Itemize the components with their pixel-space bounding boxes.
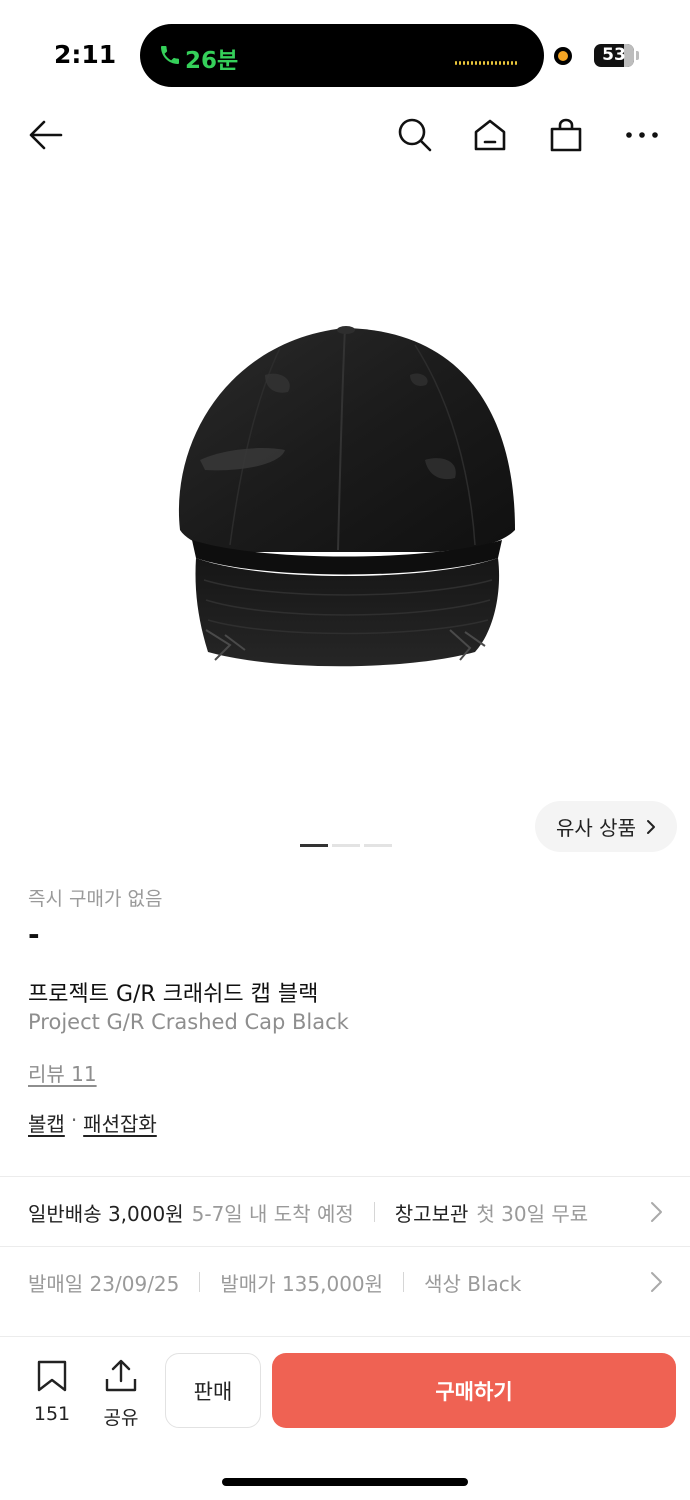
pager-dot <box>332 844 360 847</box>
storage-detail: 첫 30일 무료 <box>476 1201 589 1226</box>
similar-products-label: 유사 상품 <box>556 816 636 840</box>
chevron-right-icon <box>651 1202 662 1222</box>
buy-button[interactable]: 구매하기 <box>272 1353 676 1428</box>
back-arrow-icon <box>29 120 63 150</box>
status-bar: 2:11 26분 53 <box>0 0 690 105</box>
category-separator: · <box>70 1108 78 1132</box>
vertical-separator <box>373 1202 375 1222</box>
search-button[interactable] <box>395 115 435 155</box>
top-nav <box>0 105 690 165</box>
pager-dot <box>364 844 392 847</box>
status-time: 2:11 <box>54 40 117 69</box>
share-button[interactable]: 공유 <box>98 1359 144 1430</box>
bookmark-count: 151 <box>33 1403 71 1425</box>
instant-buy-price-value: - <box>28 918 40 951</box>
bookmark-icon <box>37 1360 67 1392</box>
review-link[interactable]: 리뷰 11 <box>28 1058 97 1087</box>
battery-icon: 53 <box>594 44 634 67</box>
category-link-ballcap[interactable]: 볼캡 <box>28 1108 65 1137</box>
battery-tip <box>636 51 639 60</box>
instant-buy-price-label: 즉시 구매가 없음 <box>28 888 163 910</box>
home-icon <box>474 119 506 151</box>
shipping-info-row[interactable]: 일반배송 3,000원 5-7일 내 도착 예정 창고보관 첫 30일 무료 <box>0 1177 690 1247</box>
shopping-bag-icon <box>550 118 582 152</box>
search-icon <box>398 118 432 152</box>
product-name-english: Project G/R Crashed Cap Black <box>28 1010 349 1034</box>
vertical-separator <box>403 1272 405 1292</box>
category-breadcrumb: 볼캡 · 패션잡화 <box>28 1108 157 1137</box>
image-pager <box>300 844 392 847</box>
audio-waveform-icon <box>455 52 521 65</box>
vertical-separator <box>199 1272 201 1292</box>
product-name-korean: 프로젝트 G/R 크래쉬드 캡 블랙 <box>28 982 319 1007</box>
bookmark-button[interactable]: 151 <box>32 1359 72 1425</box>
back-button[interactable] <box>26 115 66 155</box>
similar-products-button[interactable]: 유사 상품 <box>535 801 677 852</box>
phone-icon <box>161 46 179 64</box>
shipping-standard-detail: 5-7일 내 도착 예정 <box>191 1201 354 1226</box>
category-link-accessories[interactable]: 패션잡화 <box>83 1108 157 1137</box>
release-info-row[interactable]: 발매일 23/09/25 발매가 135,000원 색상 Black <box>0 1247 690 1317</box>
product-image[interactable] <box>170 300 520 690</box>
share-icon <box>105 1359 137 1392</box>
battery-level: 53 <box>602 45 626 65</box>
home-button[interactable] <box>470 115 510 155</box>
dynamic-island[interactable]: 26분 <box>140 24 544 87</box>
chevron-right-icon <box>646 819 655 834</box>
share-label: 공유 <box>103 1407 139 1429</box>
chevron-right-icon <box>651 1272 662 1292</box>
cap-image <box>178 326 515 667</box>
release-date: 발매일 23/09/25 <box>28 1271 180 1296</box>
more-icon <box>626 132 658 138</box>
shipping-standard-label: 일반배송 3,000원 <box>28 1201 184 1226</box>
sell-button[interactable]: 판매 <box>165 1353 261 1428</box>
bottom-action-bar: 151 공유 판매 구매하기 <box>0 1336 690 1500</box>
storage-label: 창고보관 <box>394 1201 469 1226</box>
cart-button[interactable] <box>546 115 586 155</box>
more-button[interactable] <box>622 115 662 155</box>
call-duration: 26분 <box>185 48 239 74</box>
release-price: 발매가 135,000원 <box>220 1271 384 1296</box>
home-indicator[interactable] <box>222 1478 468 1486</box>
product-color: 색상 Black <box>424 1271 522 1296</box>
pager-dot-active <box>300 844 328 847</box>
microphone-indicator-icon <box>554 47 572 65</box>
